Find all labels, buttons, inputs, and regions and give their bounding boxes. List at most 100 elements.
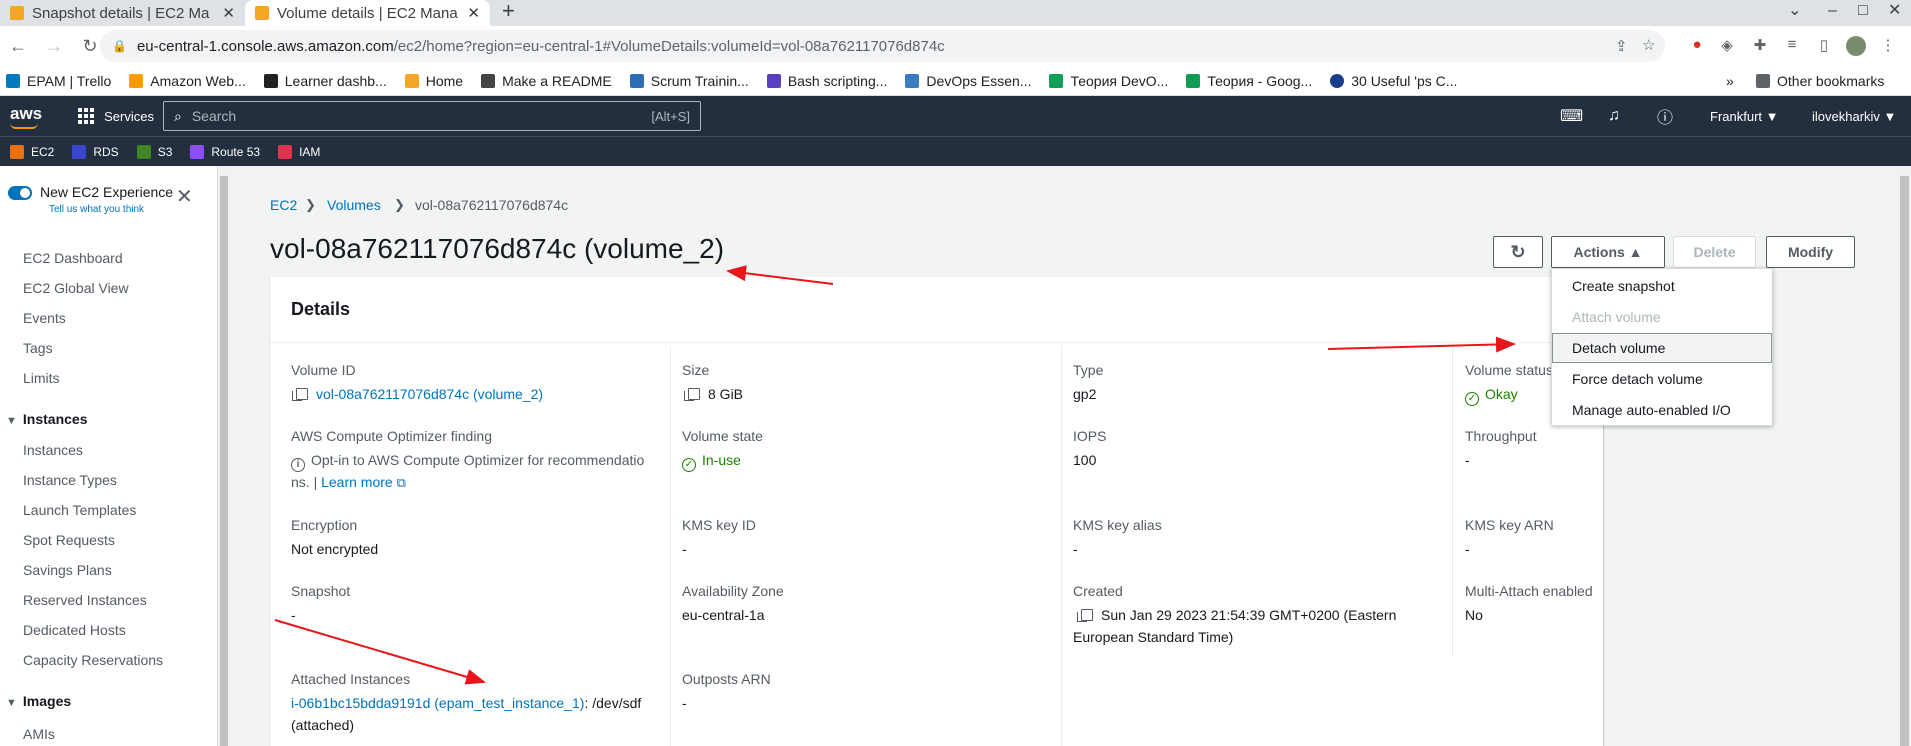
google-sheets-icon: [1186, 73, 1201, 88]
extensions-puzzle-icon[interactable]: ✚: [1750, 36, 1770, 56]
bookmark-learner-dashboard[interactable]: Learner dashb...: [263, 73, 387, 89]
more-bookmarks-icon[interactable]: »: [1726, 73, 1734, 89]
favorite-rds[interactable]: RDS: [72, 144, 119, 159]
copy-icon[interactable]: [1077, 609, 1093, 622]
refresh-button[interactable]: ↻: [1493, 236, 1543, 268]
menu-item-attach-volume[interactable]: Attach volume: [1572, 309, 1661, 325]
sidebar-item-amis[interactable]: AMIs: [23, 726, 55, 742]
profile-avatar[interactable]: [1846, 36, 1866, 56]
new-tab-icon[interactable]: +: [490, 0, 527, 26]
bookmark-amazon-web[interactable]: Amazon Web...: [129, 73, 246, 89]
close-tab-icon[interactable]: ✕: [467, 4, 480, 22]
encryption-label: Encryption: [291, 517, 358, 533]
address-bar: ← → ↻ 🔒 eu-central-1.console.aws.amazon.…: [0, 26, 1911, 66]
breadcrumb-volumes[interactable]: Volumes: [327, 197, 381, 213]
maximize-icon[interactable]: □: [1858, 0, 1868, 26]
favorite-iam[interactable]: IAM: [278, 144, 320, 159]
sidebar-item-dedicated-hosts[interactable]: Dedicated Hosts: [23, 622, 126, 638]
snapshot-label: Snapshot: [291, 583, 351, 599]
favorite-route53[interactable]: Route 53: [190, 144, 260, 159]
sidebar-item-instances[interactable]: Instances: [23, 442, 83, 458]
page-scrollbar-thumb[interactable]: [1900, 176, 1909, 746]
aws-favicon-icon: [255, 6, 269, 20]
other-bookmarks[interactable]: Other bookmarks: [1756, 73, 1884, 89]
info-icon: i: [291, 458, 305, 472]
sidebar-item-ec2-dashboard[interactable]: EC2 Dashboard: [23, 250, 123, 266]
delete-button[interactable]: Delete: [1673, 236, 1756, 268]
close-tab-icon[interactable]: ✕: [222, 4, 235, 22]
sidebar-item-reserved-instances[interactable]: Reserved Instances: [23, 592, 147, 608]
favorite-s3[interactable]: S3: [136, 144, 172, 159]
volume-id-value[interactable]: vol-08a762117076d874c (volume_2): [292, 386, 543, 402]
tab-title: Snapshot details | EC2 Ma: [32, 4, 210, 22]
notifications-bell-icon[interactable]: ♫: [1608, 96, 1620, 136]
sidebar-item-events[interactable]: Events: [23, 310, 66, 326]
sidebar-item-instance-types[interactable]: Instance Types: [23, 472, 117, 488]
bookmark-ps-commands[interactable]: 30 Useful 'ps C...: [1330, 73, 1457, 89]
bookmark-make-readme[interactable]: Make a README: [481, 73, 612, 89]
forward-icon[interactable]: →: [36, 36, 72, 57]
learn-more-link[interactable]: Learn more: [321, 474, 393, 490]
actions-button[interactable]: Actions ▲: [1551, 236, 1665, 268]
bookmark-theory-devops[interactable]: Теория DevO...: [1049, 73, 1168, 89]
tab-search-icon[interactable]: ⌄: [1788, 0, 1801, 26]
breadcrumb-ec2[interactable]: EC2: [270, 197, 297, 213]
bookmark-theory-google[interactable]: Теория - Goog...: [1186, 73, 1312, 89]
favorite-ec2[interactable]: EC2: [10, 144, 54, 159]
sidebar-item-launch-templates[interactable]: Launch Templates: [23, 502, 136, 518]
feedback-link[interactable]: Tell us what you think: [49, 204, 173, 215]
bookmarks-bar: EPAM | Trello Amazon Web... Learner dash…: [0, 66, 1911, 96]
close-icon[interactable]: ✕: [176, 184, 193, 209]
region-selector[interactable]: Frankfurt ▼: [1710, 96, 1779, 136]
sidebar-scrollbar-thumb[interactable]: [220, 176, 228, 746]
menu-item-force-detach-volume[interactable]: Force detach volume: [1572, 371, 1703, 387]
sidebar-item-tags[interactable]: Tags: [23, 340, 53, 356]
side-panel-icon[interactable]: ▯: [1814, 36, 1834, 56]
shield-extension-icon[interactable]: ◈: [1717, 36, 1737, 56]
instance-link[interactable]: i-06b1bc15bdda9191d (epam_test_instance_…: [291, 695, 584, 711]
rds-service-icon: [72, 144, 87, 159]
size-value: 8 GiB: [684, 386, 743, 402]
browser-tab-snapshot[interactable]: Snapshot details | EC2 Ma ✕: [0, 0, 245, 26]
share-icon[interactable]: ⇪: [1615, 37, 1628, 55]
sidebar-item-spot-requests[interactable]: Spot Requests: [23, 532, 115, 548]
sidebar-item-limits[interactable]: Limits: [23, 370, 60, 386]
bookmark-devops-essentials[interactable]: DevOps Essen...: [905, 73, 1031, 89]
browser-tab-volume[interactable]: Volume details | EC2 Mana ✕: [245, 0, 490, 26]
cloudshell-icon[interactable]: ⌨: [1560, 96, 1583, 136]
bookmark-star-icon[interactable]: ☆: [1642, 36, 1655, 54]
sidebar-section-instances[interactable]: ▼ Instances: [6, 411, 87, 427]
help-icon[interactable]: ⓘ: [1657, 96, 1673, 136]
menu-item-create-snapshot[interactable]: Create snapshot: [1572, 278, 1675, 294]
aws-logo[interactable]: aws: [10, 105, 42, 129]
bookmark-epam-trello[interactable]: EPAM | Trello: [6, 73, 111, 89]
account-menu[interactable]: ilovekharkiv ▼: [1812, 96, 1896, 136]
close-window-icon[interactable]: ✕: [1888, 0, 1901, 26]
menu-item-detach-volume[interactable]: Detach volume: [1572, 340, 1665, 356]
aws-search-input[interactable]: ⌕ Search [Alt+S]: [163, 101, 701, 131]
bookmark-scrum-training[interactable]: Scrum Trainin...: [629, 73, 749, 89]
snapshot-value: -: [291, 607, 296, 623]
copy-icon[interactable]: [684, 388, 700, 401]
folder-icon: [1756, 73, 1770, 88]
sidebar-item-capacity-reservations[interactable]: Capacity Reservations: [23, 652, 163, 668]
bookmark-bash-scripting[interactable]: Bash scripting...: [766, 73, 887, 89]
reading-list-icon[interactable]: ≡: [1782, 36, 1802, 56]
modify-button[interactable]: Modify: [1766, 236, 1855, 268]
menu-kebab-icon[interactable]: ⋮: [1878, 36, 1898, 56]
bookmark-home[interactable]: Home: [404, 73, 463, 89]
minimize-icon[interactable]: –: [1828, 0, 1837, 26]
opera-extension-icon[interactable]: ●: [1687, 36, 1707, 56]
sidebar-item-ec2-global-view[interactable]: EC2 Global View: [23, 280, 129, 296]
sidebar-item-savings-plans[interactable]: Savings Plans: [23, 562, 112, 578]
back-icon[interactable]: ←: [0, 36, 36, 57]
url-field[interactable]: 🔒 eu-central-1.console.aws.amazon.com/ec…: [100, 30, 1665, 62]
external-link-icon: ⧉: [396, 475, 406, 490]
services-menu[interactable]: Services: [78, 108, 154, 124]
created-value: Sun Jan 29 2023 21:54:39 GMT+0200 (Easte…: [1077, 607, 1396, 623]
new-experience-toggle[interactable]: [8, 186, 32, 200]
copy-icon[interactable]: [292, 388, 308, 401]
column-divider: [1452, 346, 1453, 656]
menu-item-manage-auto-enabled-io[interactable]: Manage auto-enabled I/O: [1572, 402, 1731, 418]
sidebar-section-images[interactable]: ▼ Images: [6, 693, 71, 709]
